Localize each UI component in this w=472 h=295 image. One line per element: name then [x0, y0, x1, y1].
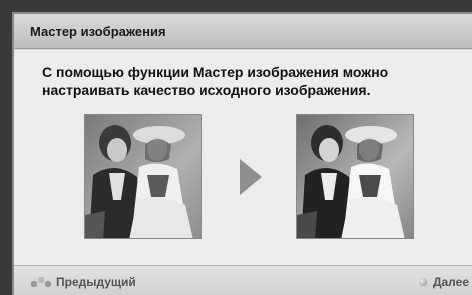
- previous-label: Предыдущий: [56, 275, 136, 289]
- next-button[interactable]: Далее: [418, 273, 469, 291]
- remote-button-icon: [30, 276, 52, 288]
- next-label: Далее: [432, 275, 469, 289]
- portrait-after-image: [296, 114, 414, 239]
- picture-wizard-dialog: Мастер изображения С помощью функции Мас…: [12, 12, 472, 295]
- previous-button[interactable]: Предыдущий: [30, 273, 136, 291]
- arrow-right-icon: [240, 159, 262, 195]
- description-text: С помощью функции Мастер изображения мож…: [42, 64, 389, 98]
- content-area: С помощью функции Мастер изображения мож…: [14, 50, 472, 265]
- footer-bar: Предыдущий Далее: [14, 265, 472, 295]
- portrait-before-image: [84, 114, 202, 239]
- title-bar: Мастер изображения: [14, 14, 472, 49]
- ok-dot-icon: [418, 278, 427, 286]
- dialog-title: Мастер изображения: [30, 24, 166, 39]
